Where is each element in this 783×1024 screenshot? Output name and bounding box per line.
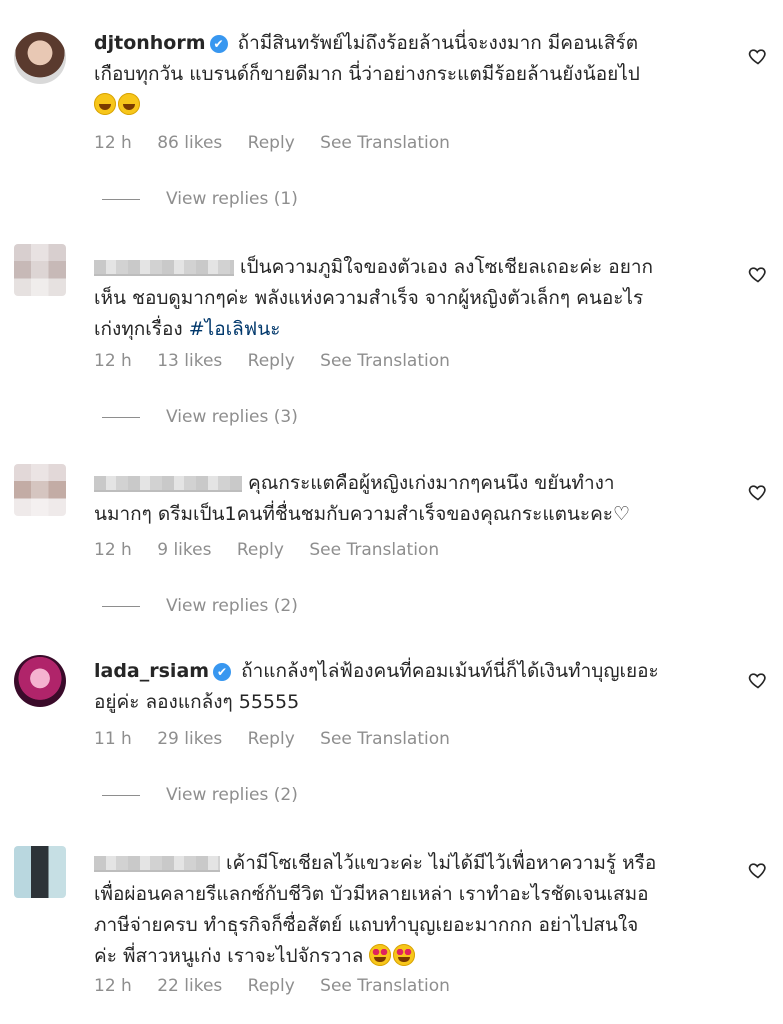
divider [102,198,140,200]
avatar[interactable] [14,655,66,707]
heart-outline-icon[interactable] [748,264,768,284]
comment-body: lada_rsiam ✔ ถ้าแกล้งๆไล่ฟ้องคนที่คอมเม้น… [94,656,724,718]
reply-button[interactable]: Reply [248,133,295,153]
verified-badge-icon: ✔ [209,35,228,53]
comment-text-line: เป็นความภูมิใจของตัวเอง ลงโซเชียลเถอะค่ะ… [240,256,653,278]
view-replies-label: View replies (3) [166,407,298,427]
view-replies-label: View replies (2) [166,596,298,616]
rolling-laughing-emoji [118,93,140,115]
comment-username[interactable]: lada_rsiam [94,660,209,682]
comment-text-line: ถ้ามีสินทรัพย์ไม่ถึงร้อยล้านนี่จะงงมาก ม… [237,32,639,54]
masked-username [94,475,242,492]
view-replies-button[interactable]: View replies (2) [102,596,298,616]
comment-meta: 12 h 22 likes Reply See Translation [94,976,470,996]
see-translation-button[interactable]: See Translation [320,133,450,153]
view-replies-button[interactable]: View replies (1) [102,189,298,209]
comment-body: เค้ามีโซเชียลไว้แขวะค่ะ ไม่ได้มีไว้เพื่อ… [94,848,724,972]
view-replies-label: View replies (1) [166,189,298,209]
view-replies-label: View replies (2) [166,785,298,805]
comment-meta: 11 h 29 likes Reply See Translation [94,729,470,749]
divider [102,605,140,607]
comment-time[interactable]: 11 h [94,729,132,749]
reply-button[interactable]: Reply [248,976,295,996]
comment-meta: 12 h 9 likes Reply See Translation [94,540,459,560]
comment-text-line: เกือบทุกวัน แบรนด์ก็ขายดีมาก นี่ว่าอย่าง… [94,63,640,85]
comment-text-line: เพื่อผ่อนคลายรีแลกซ์กับชีวิต บัวมีหลายเห… [94,883,649,905]
heart-outline-icon[interactable] [748,46,768,66]
avatar[interactable] [14,244,66,296]
comment-likes[interactable]: 9 likes [157,540,211,560]
reply-button[interactable]: Reply [248,729,295,749]
see-translation-button[interactable]: See Translation [309,540,439,560]
heart-outline-icon[interactable] [748,482,768,502]
comment-body: djtonhorm ✔ ถ้ามีสินทรัพย์ไม่ถึงร้อยล้านน… [94,28,724,121]
reply-button[interactable]: Reply [248,351,295,371]
comment-text-line: อยู่ค่ะ ลองแกล้งๆ 55555 [94,691,300,713]
see-translation-button[interactable]: See Translation [320,976,450,996]
view-replies-button[interactable]: View replies (3) [102,407,298,427]
see-translation-button[interactable]: See Translation [320,351,450,371]
divider [102,794,140,796]
comment-likes[interactable]: 29 likes [157,729,222,749]
comment-text-line: ภาษีจ่ายครบ ทำธุรกิจก็ซื่อสัตย์ แถบทำบุญ… [94,914,639,936]
heart-outline-icon[interactable] [748,670,768,690]
avatar[interactable] [14,846,66,898]
comment-body: คุณกระแตคือผู้หญิงเก่งมากๆคนนึง ขยันทำงา… [94,468,724,530]
comment-body: เป็นความภูมิใจของตัวเอง ลงโซเชียลเถอะค่ะ… [94,252,724,345]
comment-likes[interactable]: 13 likes [157,351,222,371]
divider [102,416,140,418]
comment-time[interactable]: 12 h [94,351,132,371]
verified-badge-icon: ✔ [213,663,232,681]
rolling-laughing-emoji [94,93,116,115]
comment-text-line: เค้ามีโซเชียลไว้แขวะค่ะ ไม่ได้มีไว้เพื่อ… [226,852,657,874]
comment-text-line: นมากๆ ดรีมเป็น1คนที่ชื่นชมกับความสำเร็จข… [94,503,631,525]
comment-meta: 12 h 86 likes Reply See Translation [94,133,470,153]
reply-button[interactable]: Reply [237,540,284,560]
avatar[interactable] [14,464,66,516]
view-replies-button[interactable]: View replies (2) [102,785,298,805]
comment-text-line: ถ้าแกล้งๆไล่ฟ้องคนที่คอมเม้นท์นี่ก็ได้เง… [241,660,659,682]
comment-text-line: เก่งทุกเรื่อง [94,318,183,340]
hashtag-link[interactable]: #ไอเลิฟนะ [189,318,281,340]
heart-eyes-emoji [393,944,416,966]
comment-time[interactable]: 12 h [94,133,132,153]
heart-outline-icon[interactable] [748,860,768,880]
comment-text-line: เห็น ชอบดูมากๆค่ะ พลังแห่งความสำเร็จ จาก… [94,287,644,309]
comment-likes[interactable]: 86 likes [157,133,222,153]
comment-username[interactable]: djtonhorm [94,32,206,54]
comment-likes[interactable]: 22 likes [157,976,222,996]
comment-time[interactable]: 12 h [94,540,132,560]
heart-eyes-emoji [369,944,392,966]
masked-username [94,855,220,872]
see-translation-button[interactable]: See Translation [320,729,450,749]
comment-meta: 12 h 13 likes Reply See Translation [94,351,470,371]
comment-text-line: คุณกระแตคือผู้หญิงเก่งมากๆคนนึง ขยันทำงา [248,472,615,494]
masked-username [94,259,234,276]
comment-text-line: ค่ะ พี่สาวหนูเก่ง เราจะไปจักรวาล [94,945,364,967]
avatar[interactable] [14,32,66,84]
comment-time[interactable]: 12 h [94,976,132,996]
